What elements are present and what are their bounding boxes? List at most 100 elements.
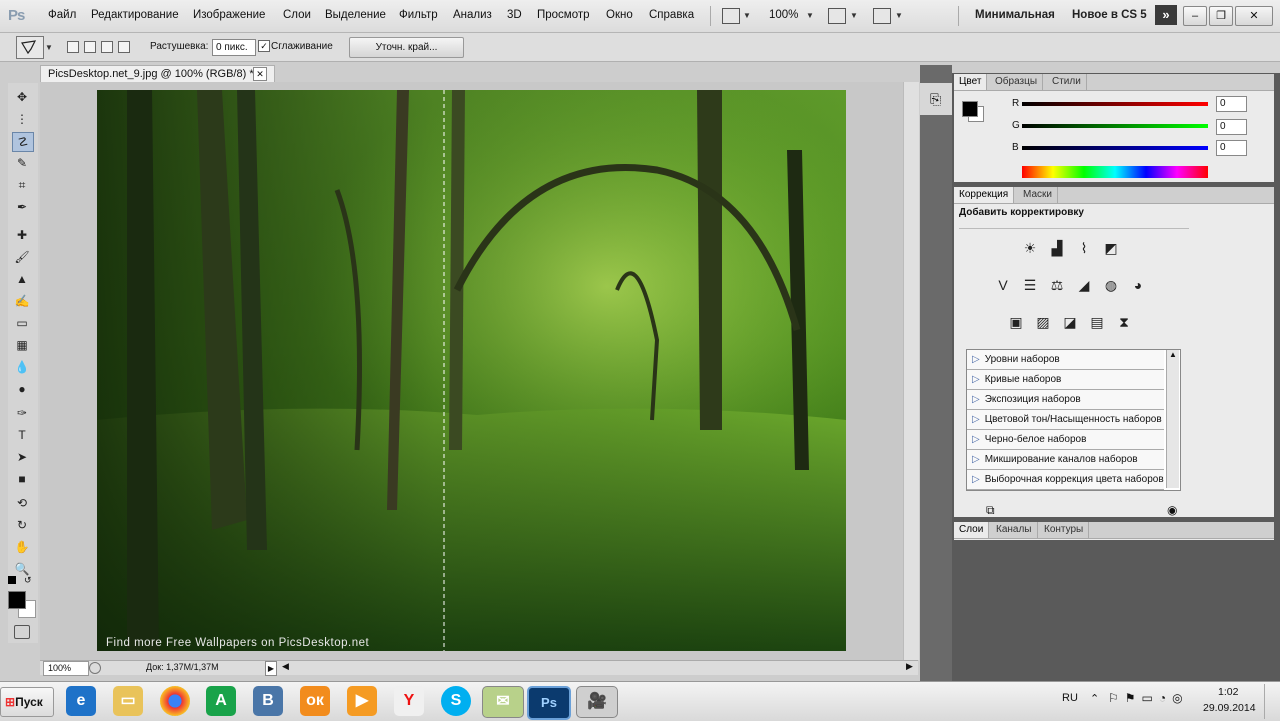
history-panel-icon[interactable]: ⎘ — [920, 83, 952, 115]
menu-edit[interactable]: Редактирование — [91, 9, 179, 21]
preset-curves[interactable]: ▷ Кривые наборов — [967, 370, 1164, 390]
type-tool-icon[interactable]: T — [12, 426, 32, 444]
path-select-tool-icon[interactable]: ➤ — [12, 448, 32, 466]
minimize-button[interactable]: – — [1183, 6, 1207, 26]
gradient-tool-icon[interactable]: ▦ — [12, 336, 32, 354]
chevron-down-icon[interactable]: ▼ — [743, 11, 751, 20]
tab-adjustments[interactable]: Коррекция — [954, 187, 1015, 203]
exposure-icon[interactable]: ◩ — [1102, 239, 1120, 257]
screen-mode-icon[interactable] — [722, 8, 740, 24]
hue-saturation-icon[interactable]: ☰ — [1021, 276, 1039, 294]
info-icon[interactable] — [89, 662, 101, 674]
healing-brush-tool-icon[interactable]: ✚ — [12, 226, 32, 244]
dodge-tool-icon[interactable]: ● — [12, 380, 32, 398]
brightness-icon[interactable]: ☀ — [1021, 239, 1039, 257]
menu-select[interactable]: Выделение — [325, 9, 386, 21]
forest-photo[interactable]: Find more Free Wallpapers on PicsDesktop… — [97, 90, 846, 651]
more-workspaces-button[interactable]: » — [1155, 5, 1177, 25]
tab-swatches[interactable]: Образцы — [990, 74, 1044, 90]
tool-preset-button[interactable] — [16, 36, 44, 59]
clip-to-layer-icon[interactable]: ⧉ — [986, 503, 995, 518]
r-value-input[interactable]: 0 — [1216, 96, 1247, 112]
eraser-tool-icon[interactable]: ▭ — [12, 314, 32, 332]
chevron-down-icon[interactable]: ▼ — [806, 11, 814, 20]
odnoklassniki-icon[interactable]: ок — [300, 686, 330, 716]
posterize-icon[interactable]: ▨ — [1034, 313, 1052, 331]
history-brush-tool-icon[interactable]: ✍ — [12, 292, 32, 310]
chrome-icon[interactable] — [160, 686, 190, 716]
foreground-color-swatch[interactable] — [8, 591, 26, 609]
show-desktop-button[interactable] — [1264, 684, 1279, 719]
preset-exposure[interactable]: ▷ Экспозиция наборов — [967, 390, 1164, 410]
presets-scrollbar[interactable]: ▲ — [1166, 350, 1179, 488]
scroll-right-icon[interactable]: ▶ — [906, 661, 913, 672]
clock-time[interactable]: 1:02 — [1218, 686, 1238, 698]
marquee-tool-icon[interactable]: ⋮ — [12, 110, 32, 128]
vk-icon[interactable]: B — [253, 686, 283, 716]
preset-hue-saturation[interactable]: ▷ Цветовой тон/Насыщенность наборов — [967, 410, 1164, 430]
feather-input[interactable]: 0 пикс. — [212, 39, 256, 56]
intersect-selection-icon[interactable] — [118, 41, 130, 53]
preset-selective-color[interactable]: ▷ Выборочная коррекция цвета наборов — [967, 470, 1164, 490]
foreground-swatch[interactable] — [962, 101, 978, 117]
menu-view[interactable]: Просмотр — [537, 9, 590, 21]
media-player-icon[interactable]: ▶ — [347, 686, 377, 716]
levels-icon[interactable]: ▟ — [1048, 239, 1066, 257]
3d-orbit-tool-icon[interactable]: ↻ — [12, 516, 32, 534]
blur-tool-icon[interactable]: 💧 — [12, 358, 32, 376]
clone-stamp-tool-icon[interactable]: ▲ — [12, 270, 32, 288]
menu-layers[interactable]: Слои — [283, 9, 311, 21]
subtract-selection-icon[interactable] — [101, 41, 113, 53]
quick-select-tool-icon[interactable]: ✎ — [12, 154, 32, 172]
preset-levels[interactable]: ▷ Уровни наборов — [967, 350, 1164, 370]
quick-mask-icon[interactable] — [14, 625, 30, 639]
g-value-input[interactable]: 0 — [1216, 119, 1247, 135]
start-button[interactable]: ⊞Пуск — [0, 687, 54, 717]
preset-black-white[interactable]: ▷ Черно-белое наборов — [967, 430, 1164, 450]
r-slider[interactable] — [1022, 102, 1208, 106]
menu-filter[interactable]: Фильтр — [399, 9, 438, 21]
arrange-icon[interactable] — [828, 8, 846, 24]
yandex-icon[interactable]: Y — [394, 686, 424, 716]
ie-icon[interactable]: e — [66, 686, 96, 716]
menu-file[interactable]: Файл — [48, 9, 76, 21]
brush-tool-icon[interactable]: 🖌 — [12, 248, 32, 266]
tab-masks[interactable]: Маски — [1018, 187, 1058, 203]
tray-icons[interactable]: ⚐⚑▭◔◎ — [1108, 691, 1189, 705]
add-selection-icon[interactable] — [84, 41, 96, 53]
photoshop-icon[interactable]: Ps — [527, 686, 571, 720]
refine-edge-button[interactable]: Уточн. край... — [349, 37, 464, 58]
color-spectrum-bar[interactable] — [1022, 166, 1208, 178]
g-slider[interactable] — [1022, 124, 1208, 128]
fullscreen-icon[interactable] — [873, 8, 891, 24]
restore-button[interactable]: ❐ — [1209, 6, 1233, 26]
black-white-icon[interactable]: ◢ — [1075, 276, 1093, 294]
chevron-down-icon[interactable]: ▼ — [895, 11, 903, 20]
language-indicator[interactable]: RU — [1062, 692, 1078, 704]
menu-help[interactable]: Справка — [649, 9, 694, 21]
photo-filter-icon[interactable]: ◍ — [1102, 276, 1120, 294]
menu-analysis[interactable]: Анализ — [453, 9, 492, 21]
workspace-minimal[interactable]: Минимальная — [975, 9, 1055, 21]
green-a-icon[interactable]: A — [206, 686, 236, 716]
antialias-checkbox[interactable]: ✓ — [258, 40, 270, 52]
menu-3d[interactable]: 3D — [507, 9, 522, 21]
menu-window[interactable]: Окно — [606, 9, 633, 21]
close-icon[interactable]: ✕ — [253, 67, 267, 81]
new-selection-icon[interactable] — [67, 41, 79, 53]
vertical-scrollbar[interactable] — [903, 82, 919, 660]
scroll-left-icon[interactable]: ◀ — [282, 661, 289, 672]
zoom-field[interactable]: 100% — [43, 661, 89, 676]
color-balance-icon[interactable]: ⚖ — [1048, 276, 1066, 294]
tab-paths[interactable]: Контуры — [1039, 522, 1090, 538]
pen-tool-icon[interactable]: ✑ — [12, 404, 32, 422]
swap-colors-icon[interactable]: ↺ — [24, 575, 32, 586]
b-value-input[interactable]: 0 — [1216, 140, 1247, 156]
notes-icon[interactable]: ✉ — [482, 686, 524, 718]
b-slider[interactable] — [1022, 146, 1208, 150]
tab-styles[interactable]: Стили — [1047, 74, 1087, 90]
shape-tool-icon[interactable]: ■ — [12, 470, 32, 488]
crop-tool-icon[interactable]: ⌗ — [12, 176, 32, 194]
move-tool-icon[interactable]: ✥ — [12, 88, 32, 106]
skype-icon[interactable]: S — [441, 686, 471, 716]
